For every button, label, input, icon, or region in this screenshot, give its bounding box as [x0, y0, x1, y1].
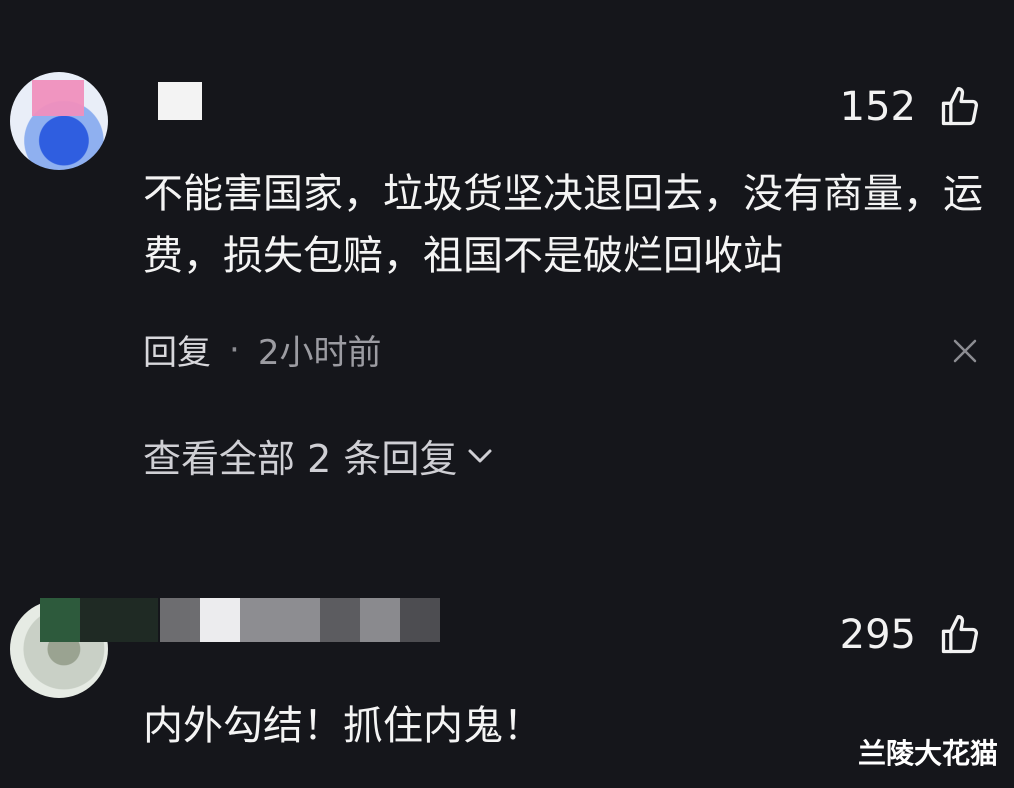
blur-block [200, 598, 240, 642]
like-count: 295 [839, 612, 916, 658]
blur-block [320, 598, 360, 642]
comment-item: 152 不能害国家，垃圾货坚决退回去，没有商量，运费，损失包赔，祖国不是破烂回收… [0, 0, 1014, 560]
thumb-up-icon[interactable] [938, 613, 982, 657]
blur-block [40, 598, 80, 642]
comment-text: 不能害国家，垃圾货坚决退回去，没有商量，运费，损失包赔，祖国不是破烂回收站 [143, 171, 983, 279]
comment-meta: 回复 · 2小时前 [143, 325, 381, 374]
blur-block [400, 598, 440, 642]
blur-block [158, 82, 202, 120]
username-blurred[interactable] [40, 598, 460, 642]
like-button[interactable]: 152 [840, 84, 982, 130]
view-all-replies-button[interactable]: 查看全部 2 条回复 [143, 428, 495, 483]
separator-dot: · [229, 329, 240, 370]
like-count: 152 [839, 84, 916, 130]
view-all-replies-label: 查看全部 2 条回复 [143, 437, 458, 481]
blur-block [160, 598, 200, 642]
username-blurred[interactable] [150, 82, 210, 120]
watermark: 兰陵大花猫 [857, 737, 998, 770]
like-button[interactable]: 295 [840, 612, 982, 658]
blur-block [360, 598, 400, 642]
chevron-down-icon [468, 449, 492, 462]
timestamp: 2小时前 [257, 333, 382, 373]
reply-button[interactable]: 回复 [143, 325, 211, 374]
blur-block [240, 598, 320, 642]
avatar-blur [32, 80, 84, 116]
thumb-up-icon[interactable] [938, 85, 982, 129]
close-icon[interactable] [950, 336, 980, 366]
blur-block [80, 598, 158, 642]
